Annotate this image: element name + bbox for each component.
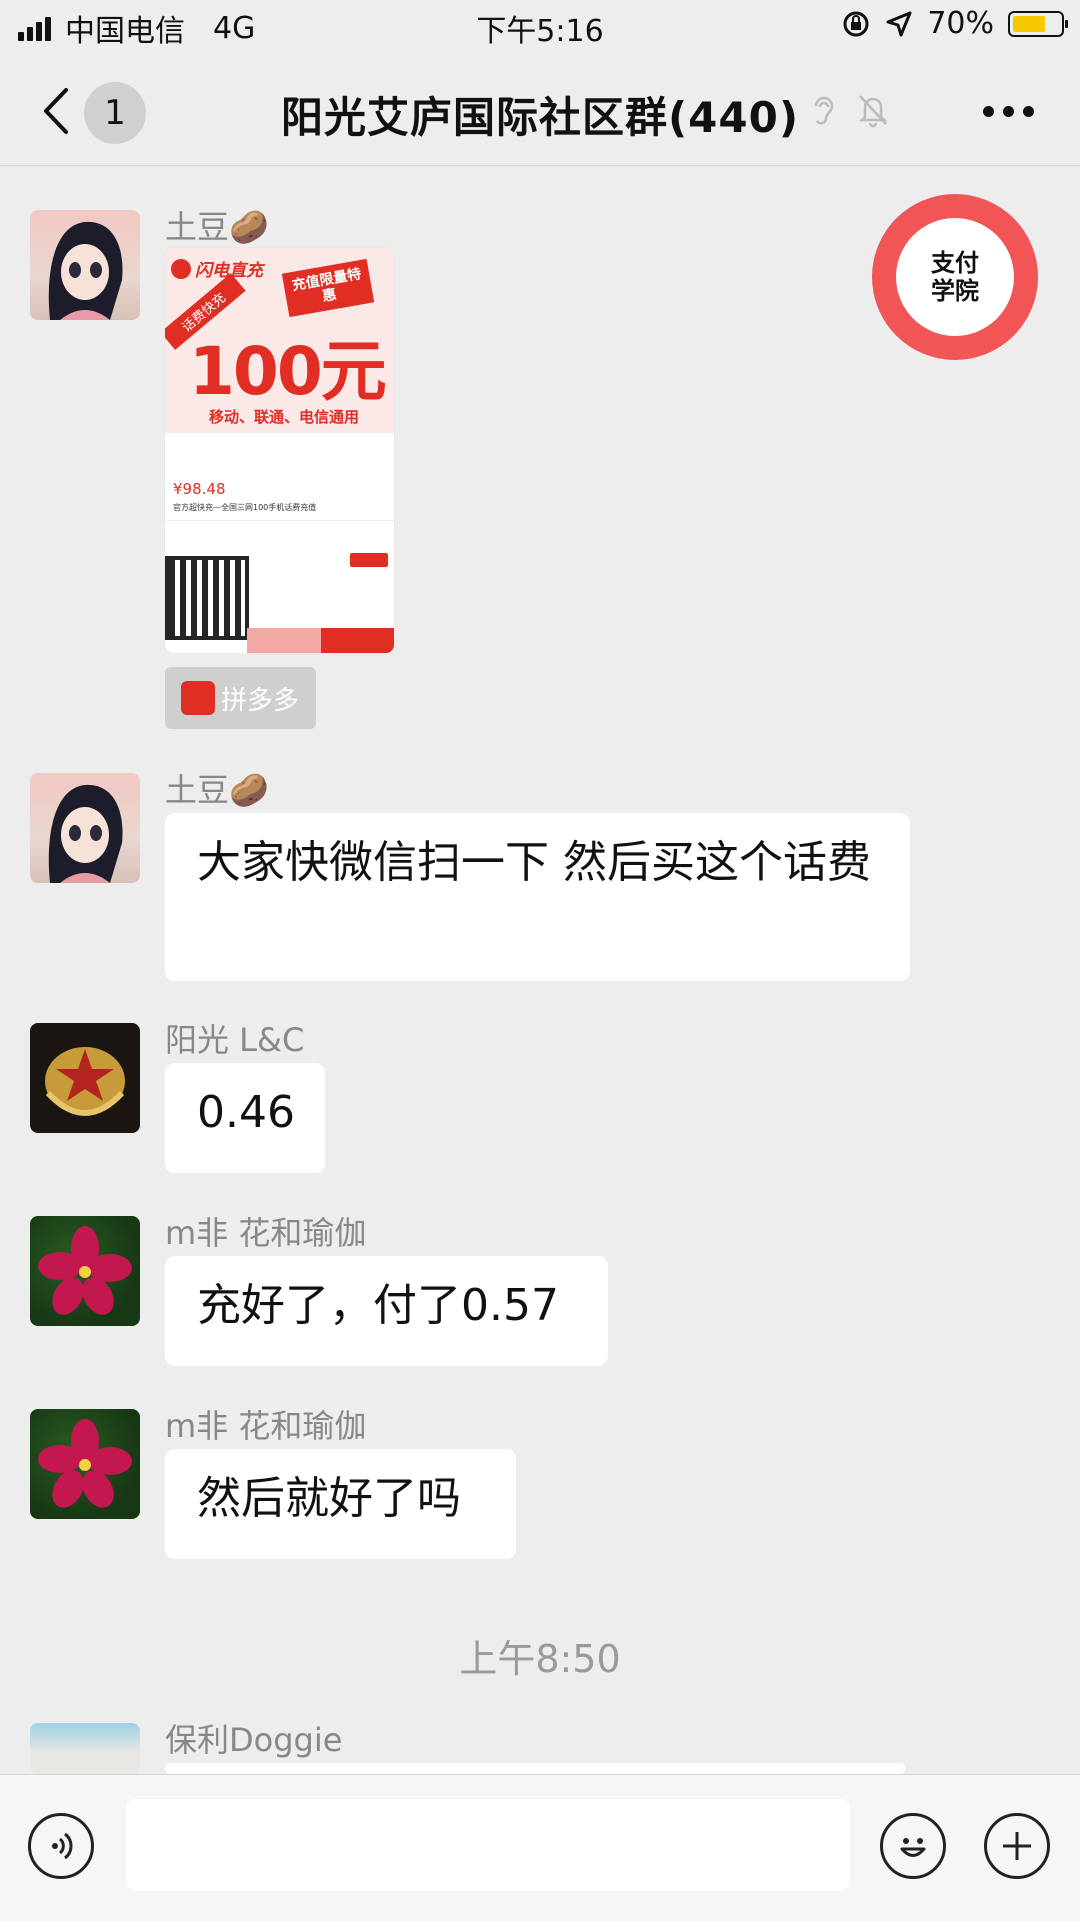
- input-bar: [0, 1774, 1080, 1921]
- smiley-icon: [900, 1838, 926, 1857]
- pinduoduo-logo-icon: [181, 681, 215, 715]
- mute-bell-icon: [858, 95, 888, 128]
- ad-desc: 官方超快充—全国三网100手机话费充值: [173, 503, 317, 512]
- message-bubble[interactable]: [165, 1763, 905, 1774]
- status-bar: 中国电信 4G 下午5:16 70%: [0, 0, 1080, 54]
- avatar[interactable]: [30, 1409, 140, 1519]
- float-logo-text: 支付学院: [931, 249, 979, 305]
- sender-name: 土豆🥔: [165, 771, 269, 809]
- pdd-label: 拼多多: [221, 685, 300, 716]
- qr-code: [165, 556, 249, 640]
- avatar[interactable]: [30, 1216, 140, 1326]
- battery-percent: 70%: [927, 6, 994, 41]
- avatar[interactable]: [30, 1023, 140, 1133]
- chat-timestamp: 上午8:50: [459, 1637, 621, 1681]
- ear-icon: [814, 96, 834, 125]
- floating-watermark-logo: 支付学院: [872, 194, 1038, 360]
- message-bubble[interactable]: 0.46: [165, 1063, 325, 1173]
- sender-name: m非 花和瑜伽: [165, 1407, 367, 1445]
- emoji-button[interactable]: [880, 1813, 946, 1879]
- location-icon: [886, 11, 912, 36]
- sender-name: 土豆🥔: [165, 208, 269, 246]
- ad-carriers: 移动、联通、电信通用: [209, 408, 360, 426]
- avatar[interactable]: [30, 210, 140, 320]
- message-input[interactable]: [126, 1799, 850, 1891]
- battery-icon: [1008, 10, 1068, 37]
- ad-price: ¥98.48: [173, 480, 226, 498]
- orientation-lock-icon: [843, 11, 869, 36]
- avatar[interactable]: [30, 773, 140, 883]
- shared-image[interactable]: 闪电直充 话费快充 充值限量特惠 100元 移动、联通、电信通用 ¥98.48 …: [165, 248, 394, 653]
- more-actions-button[interactable]: [984, 1813, 1050, 1879]
- mini-program-source[interactable]: 拼多多: [165, 667, 316, 729]
- avatar[interactable]: [30, 1723, 140, 1774]
- sender-name: 阳光 L&C: [165, 1021, 305, 1059]
- message-bubble[interactable]: 然后就好了吗: [165, 1449, 516, 1559]
- message-bubble[interactable]: 充好了，付了0.57: [165, 1256, 608, 1366]
- plus-icon: [1003, 1832, 1031, 1860]
- sender-name: 保利Doggie: [165, 1721, 343, 1759]
- ad-amount: 100元: [189, 333, 387, 410]
- page-title: 阳光艾庐国际社区群(440): [280, 93, 800, 142]
- message-bubble[interactable]: 大家快微信扫一下 然后买这个话费: [165, 813, 910, 981]
- sender-name: m非 花和瑜伽: [165, 1214, 367, 1252]
- more-options-button[interactable]: [983, 106, 1034, 117]
- voice-input-button[interactable]: [28, 1813, 94, 1879]
- chat-header: 1 阳光艾庐国际社区群(440): [0, 60, 1080, 166]
- voice-icon: [52, 1832, 73, 1860]
